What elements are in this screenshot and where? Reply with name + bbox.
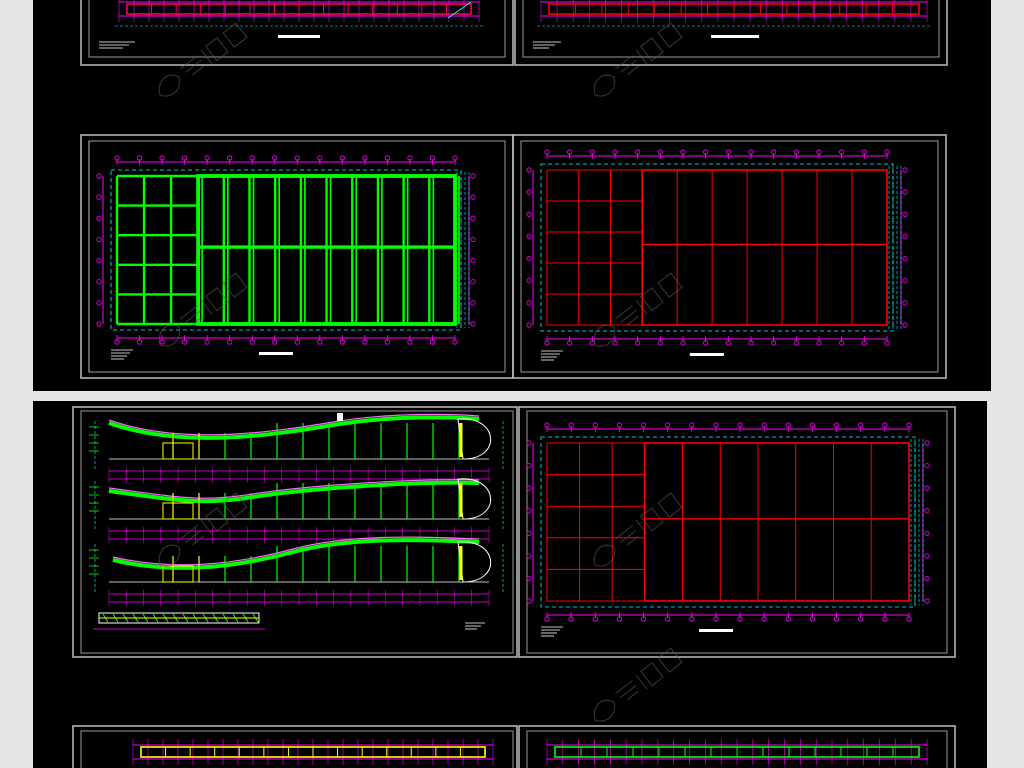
sheet-2-frame: [514, 0, 948, 66]
sheet-5-drawing: [89, 413, 504, 630]
sheet-1-drawing: [99, 0, 483, 49]
sheet-4-drawing: [526, 149, 908, 361]
drawing-board-middle: [33, 401, 987, 768]
sheet-1-frame: [80, 0, 514, 66]
sheet-6-frame: [518, 406, 956, 658]
sheet-3-drawing: [96, 155, 476, 360]
sheet-7-drawing: [132, 739, 494, 765]
drawing-board-top: [33, 0, 991, 391]
sheet-8-drawing: [546, 739, 928, 765]
sheet-6-drawing: [526, 422, 930, 637]
sheet-2-drawing: [533, 0, 931, 49]
sheet-3-frame: [80, 134, 514, 379]
sheet-5-frame: [72, 406, 518, 658]
